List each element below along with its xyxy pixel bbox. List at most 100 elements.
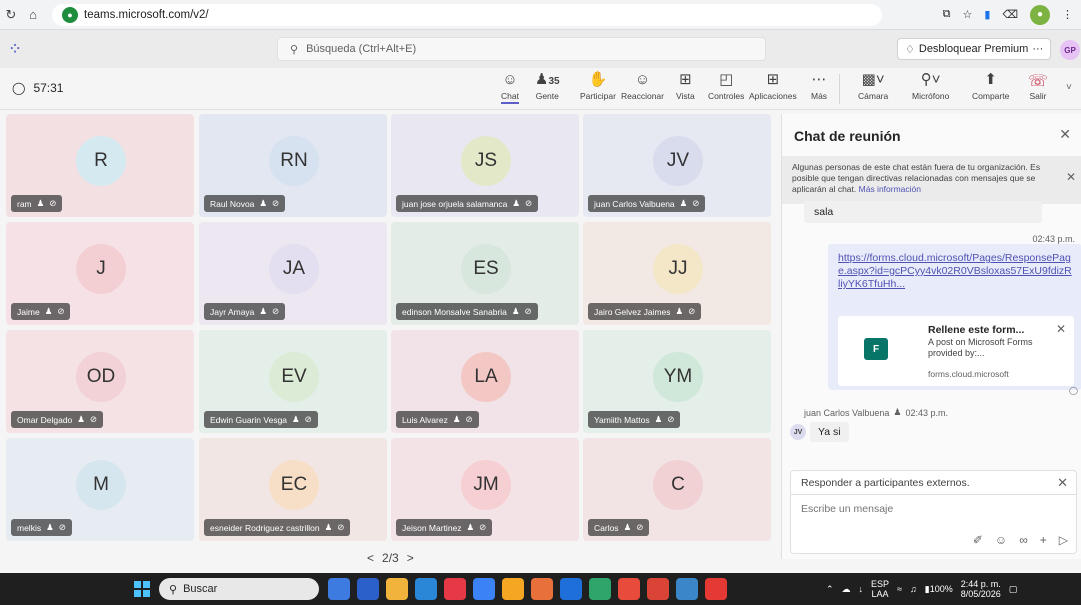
participant-tile[interactable]: J Jaime ♟ ⊘ (6, 222, 194, 325)
send-icon[interactable]: ▷ (1059, 533, 1068, 547)
close-chat-icon[interactable]: ✕ (1059, 126, 1071, 143)
chat-button[interactable]: ☺ Chat (501, 71, 519, 104)
microphone-button[interactable]: ⚲˅ Micrófono (912, 71, 949, 101)
reload-icon[interactable]: ↻ (0, 4, 22, 26)
message-input[interactable] (801, 503, 1061, 515)
card-description: A post on Microsoft Forms provided by:..… (928, 337, 1033, 358)
volume-icon[interactable]: ♫ (910, 584, 917, 594)
people-icon: ♟35 (535, 71, 560, 88)
view-button[interactable]: ⊞ Vista (676, 71, 695, 101)
participant-tile[interactable]: LA Luis Alvarez ♟ ⊘ (391, 330, 579, 433)
participant-avatar: JJ (653, 244, 703, 294)
taskbar-app-icon[interactable] (386, 578, 408, 600)
taskbar-app-icon[interactable] (647, 578, 669, 600)
more-button[interactable]: ⋯ Más (811, 71, 827, 101)
participant-tile[interactable]: C Carlos ♟ ⊘ (583, 438, 771, 541)
address-bar[interactable]: ● teams.microsoft.com/v2/ (52, 3, 882, 26)
more-options-button[interactable]: ··· (1032, 43, 1043, 55)
extensions-icon[interactable]: ⌫ (1002, 8, 1018, 21)
camera-button[interactable]: ▩˅ Cámara (858, 71, 888, 101)
bookmark-star-icon[interactable]: ☆ (963, 8, 973, 21)
participant-tile[interactable]: ES edinson Monsalve Sanabria ♟ ⊘ (391, 222, 579, 325)
site-info-icon[interactable]: ● (62, 6, 78, 23)
participant-tile[interactable]: JA Jayr Amaya ♟ ⊘ (199, 222, 387, 325)
external-user-icon: ♟ (511, 306, 520, 316)
taskbar-app-icon[interactable] (502, 578, 524, 600)
participant-tile[interactable]: EC esneider Rodriguez castrillon ♟ ⊘ (199, 438, 387, 541)
emoji-icon[interactable]: ☺ (995, 533, 1007, 547)
teams-logo-icon[interactable]: ⁘ (2, 36, 28, 62)
participant-tile[interactable]: RN Raul Novoa ♟ ⊘ (199, 114, 387, 217)
share-button[interactable]: ⬆ Comparte (972, 71, 1009, 101)
taskbar-app-icon[interactable] (328, 578, 350, 600)
taskbar-app-icon[interactable] (444, 578, 466, 600)
weather-icon[interactable]: ☁ (842, 584, 851, 595)
taskbar-app-icon[interactable] (589, 578, 611, 600)
notification-icon[interactable]: ▢ (1009, 584, 1018, 595)
participant-tile[interactable]: YM Yamiith Mattos ♟ ⊘ (583, 330, 771, 433)
apps-button[interactable]: ⊞ Aplicaciones (749, 71, 797, 101)
external-user-icon: ♟ (512, 198, 520, 208)
home-icon[interactable]: ⌂ (22, 4, 44, 26)
participant-tile[interactable]: JS juan jose orjuela salamanca ♟ ⊘ (391, 114, 579, 217)
language-indicator[interactable]: ESP LAA (871, 579, 889, 599)
taskbar-search[interactable]: ⚲ Buscar (159, 578, 319, 600)
card-title: Rellene este form... (928, 324, 1025, 336)
react-button[interactable]: ☺ Reaccionar (621, 71, 664, 101)
unlock-premium-button[interactable]: ♢ Desbloquear Premium ··· (897, 38, 1052, 60)
participant-tile[interactable]: OD Omar Delgado ♟ ⊘ (6, 330, 194, 433)
meeting-chat-panel: Chat de reunión ✕ Algunas personas de es… (781, 114, 1081, 559)
format-icon[interactable]: ✐ (973, 533, 983, 547)
participant-tile[interactable]: Rram ♟ ⊘ (6, 114, 194, 217)
participant-tile[interactable]: Mmelkis ♟ ⊘ (6, 438, 194, 541)
taskbar-app-icon[interactable] (357, 578, 379, 600)
close-reply-icon[interactable]: ✕ (1057, 475, 1068, 491)
participant-nametag: melkis ♟ ⊘ (11, 519, 72, 536)
leave-options-chevron-icon[interactable]: ˅ (1066, 82, 1072, 93)
loop-icon[interactable]: ∞ (1019, 533, 1028, 547)
people-button[interactable]: ♟35 Gente (535, 71, 560, 101)
search-input[interactable]: ⚲ Búsqueda (Ctrl+Alt+E) (277, 37, 766, 61)
learn-more-link[interactable]: Más información (859, 184, 921, 194)
dismiss-notice-icon[interactable]: ✕ (1066, 171, 1076, 183)
raise-hand-button[interactable]: ✋ Participar (580, 71, 616, 101)
participant-tile[interactable]: EV Edwin Guarin Vesga ♟ ⊘ (199, 330, 387, 433)
taskbar-app-icon[interactable] (473, 578, 495, 600)
taskbar-app-icon[interactable] (415, 578, 437, 600)
mic-muted-icon: ⊘ (49, 198, 57, 208)
install-app-icon[interactable]: ⧉ (943, 8, 951, 21)
browser-menu-icon[interactable]: ⋮ (1062, 8, 1073, 21)
attach-plus-icon[interactable]: + (1040, 533, 1047, 547)
leave-button[interactable]: ☏ Salir (1028, 71, 1048, 101)
participant-avatar: JA (269, 244, 319, 294)
controls-button[interactable]: ◰ Controles (708, 71, 744, 101)
participant-tile[interactable]: JV juan Carlos Valbuena ♟ ⊘ (583, 114, 771, 217)
prev-page-button[interactable]: < (367, 551, 374, 565)
remove-preview-icon[interactable]: ✕ (1056, 322, 1066, 336)
tray-overflow-icon[interactable]: ⌃ (826, 584, 834, 595)
taskbar-app-icon[interactable] (560, 578, 582, 600)
sidebar-icon[interactable]: ▮ (984, 8, 990, 21)
participant-nametag: Luis Alvarez ♟ ⊘ (396, 411, 479, 428)
external-user-icon: ♟ (324, 522, 333, 532)
participant-tile[interactable]: JJ Jairo Gelvez Jaimes ♟ ⊘ (583, 222, 771, 325)
more-icon: ⋯ (811, 71, 827, 88)
taskbar-app-icon[interactable] (618, 578, 640, 600)
participant-nametag: Jeison Martinez ♟ ⊘ (396, 519, 493, 536)
next-page-button[interactable]: > (407, 551, 414, 565)
taskbar-app-icon[interactable] (531, 578, 553, 600)
participant-tile[interactable]: JM Jeison Martinez ♟ ⊘ (391, 438, 579, 541)
received-message-text: Ya si (810, 422, 849, 442)
clock[interactable]: 2:44 p. m. 8/05/2026 (961, 579, 1001, 599)
user-avatar[interactable]: GP (1060, 40, 1080, 60)
taskbar-app-icon[interactable] (676, 578, 698, 600)
profile-avatar[interactable]: ● (1030, 4, 1050, 25)
usb-icon[interactable]: ↓ (859, 584, 864, 594)
wifi-icon[interactable]: ≈ (897, 584, 902, 594)
taskbar-app-icon[interactable] (705, 578, 727, 600)
forms-link[interactable]: https://forms.cloud.microsoft/Pages/Resp… (838, 252, 1072, 291)
taskbar-search-label: Buscar (183, 583, 218, 595)
link-preview-card[interactable]: F Rellene este form... A post on Microso… (838, 316, 1074, 386)
battery-indicator[interactable]: ▮100% (925, 584, 953, 595)
windows-start-icon[interactable] (134, 581, 150, 597)
